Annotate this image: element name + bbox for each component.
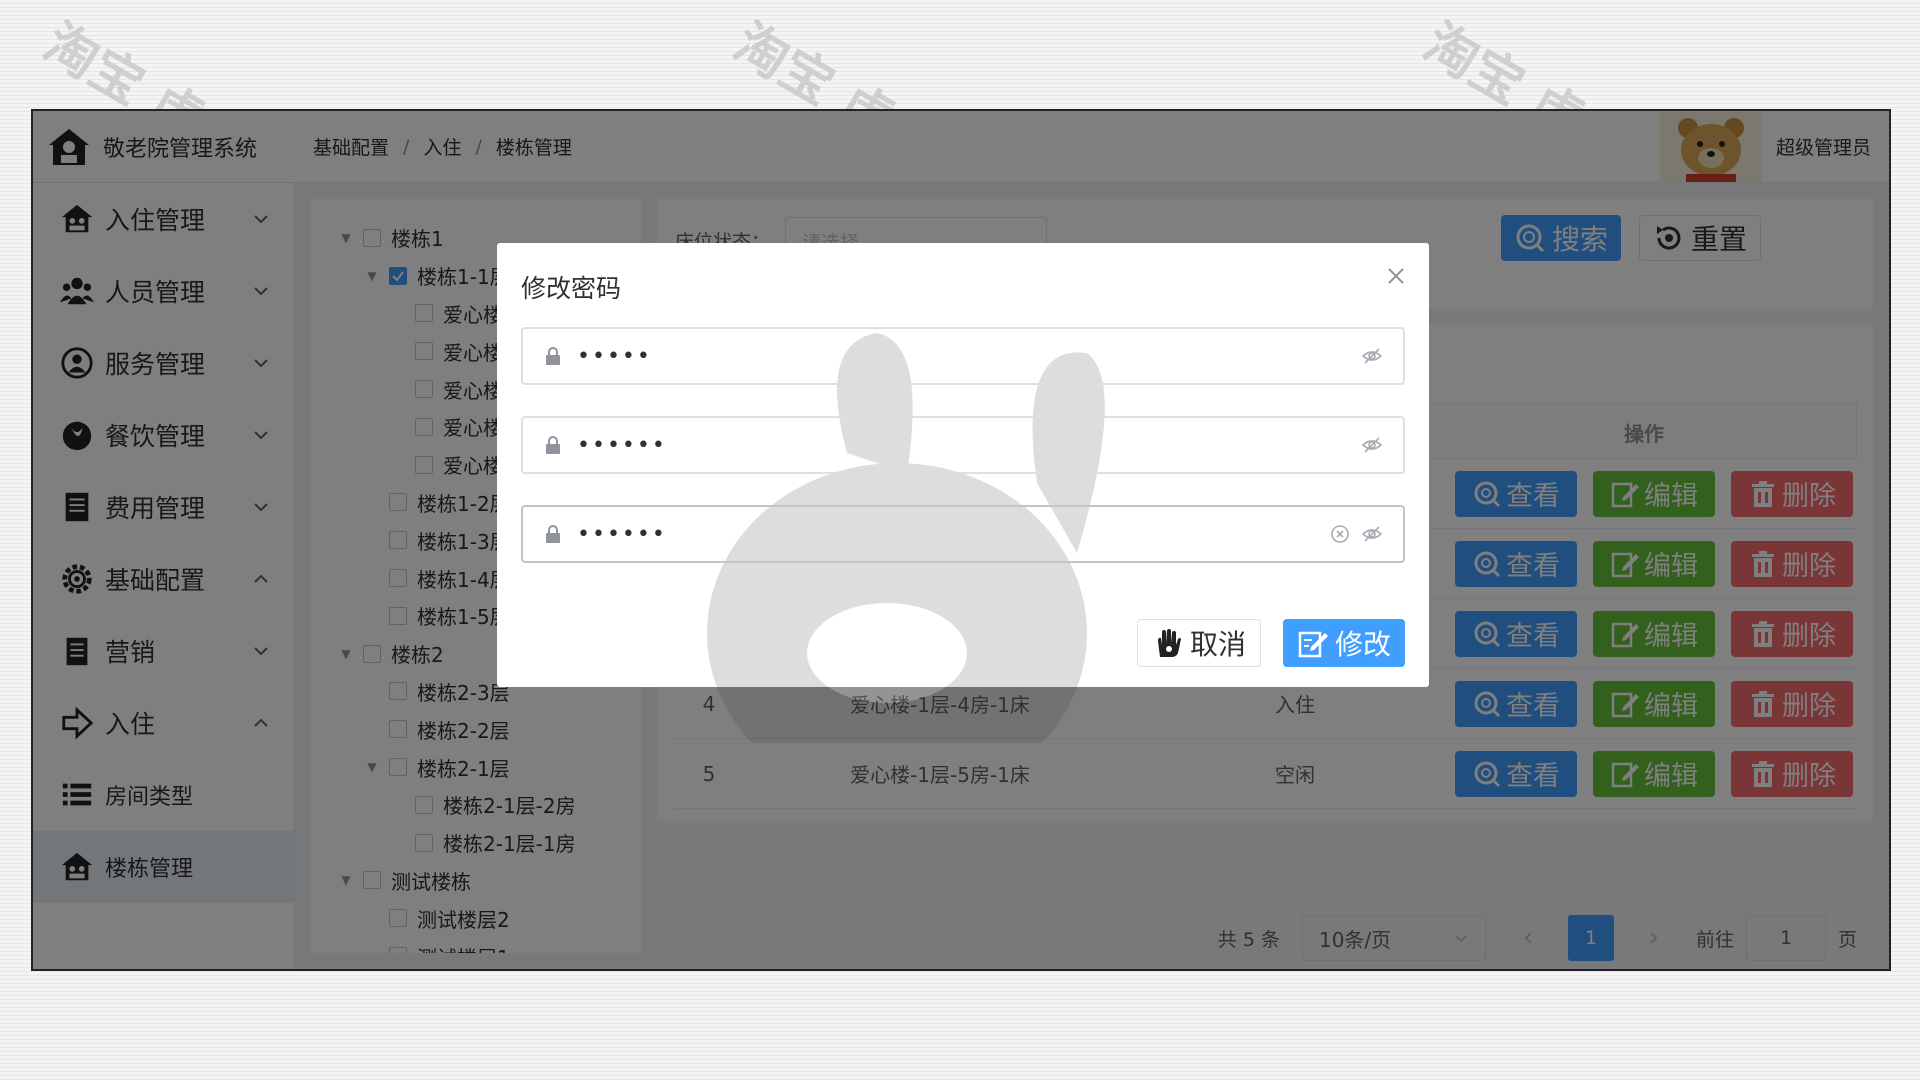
lock-icon bbox=[546, 525, 560, 543]
password-mask: •••••• bbox=[577, 521, 667, 547]
close-icon[interactable] bbox=[1385, 265, 1407, 287]
edit-icon bbox=[1298, 631, 1328, 658]
app-window: 敬老院管理系统 基础配置 / 入住 / 楼栋管理 bbox=[31, 109, 1891, 971]
cancel-button[interactable]: 取消 bbox=[1137, 619, 1261, 667]
eye-off-icon[interactable] bbox=[1361, 434, 1383, 456]
hand-stop-icon bbox=[1157, 629, 1181, 657]
change-password-dialog: 修改密码 ••••• •••••• •••••• 取消 修改 bbox=[497, 243, 1429, 743]
old-password-input[interactable]: ••••• bbox=[521, 327, 1405, 385]
confirm-password-input[interactable]: •••••• bbox=[521, 505, 1405, 563]
submit-button-label: 修改 bbox=[1334, 628, 1391, 661]
eye-off-icon[interactable] bbox=[1361, 523, 1383, 545]
password-mask: •••••• bbox=[577, 432, 667, 458]
eye-off-icon[interactable] bbox=[1361, 345, 1383, 367]
lock-icon bbox=[546, 436, 560, 454]
cancel-button-label: 取消 bbox=[1189, 628, 1246, 661]
new-password-input[interactable]: •••••• bbox=[521, 416, 1405, 474]
lock-icon bbox=[546, 347, 560, 365]
clear-icon[interactable] bbox=[1329, 523, 1351, 545]
dialog-title: 修改密码 bbox=[521, 274, 622, 303]
submit-button[interactable]: 修改 bbox=[1283, 619, 1405, 667]
password-mask: ••••• bbox=[577, 343, 652, 369]
